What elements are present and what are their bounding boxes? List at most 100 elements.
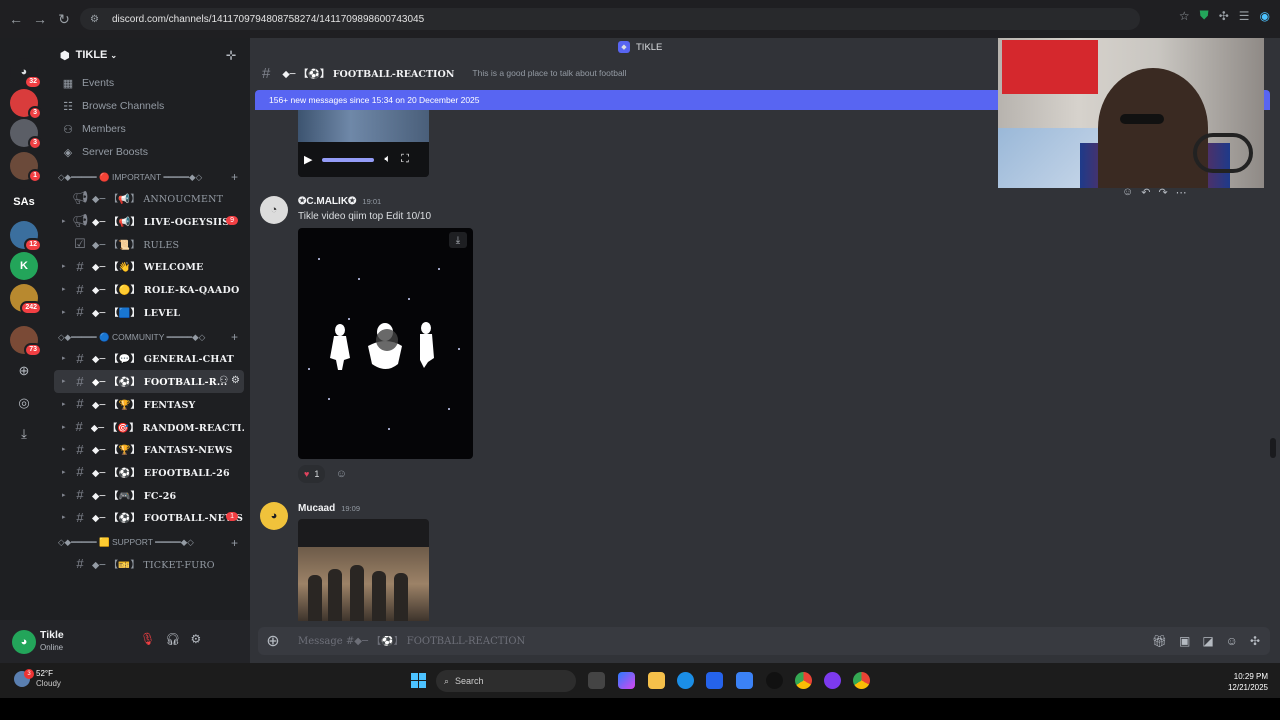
server-icon[interactable]: 73 [10,326,42,357]
video-attachment[interactable]: ⤓ [298,228,473,459]
extensions-puzzle-icon[interactable]: ✣ [1219,9,1229,23]
edge-icon[interactable] [677,672,694,689]
start-button[interactable] [411,673,426,688]
headphones-icon[interactable]: 🎧︎ [165,632,180,646]
forward-icon[interactable]: → [28,7,52,31]
channel-item[interactable]: ▸ # ◆─ 【🟡】 ROLE-KA-QAADO [54,278,244,301]
channel-item[interactable]: ▸ # ◆─ 【👋】 WELCOME [54,255,244,278]
mic-muted-icon[interactable]: 🎙︎ [140,632,155,646]
app-icon[interactable] [824,672,841,689]
store-icon[interactable] [706,672,723,689]
extension-shield-icon[interactable]: ⛊ [1200,8,1209,23]
channel-item[interactable]: ▸ # ◆─ 【⚽】 EFOOTBALL-26 [54,461,244,484]
app-icon[interactable] [766,672,783,689]
sticker-icon[interactable]: ◪ [1202,634,1213,648]
channel-settings-icon[interactable]: ⚙ [231,375,240,386]
category-important[interactable]: ◇◆━━━━━ 🔴 IMPORTANT ━━━━━◆◇ + [48,167,250,187]
channel-item[interactable]: ▸ # ◆─ 【🎮】 FC-26 [54,483,244,506]
create-channel-icon[interactable]: + [231,330,238,344]
forward-message-icon[interactable]: ↷ [1158,186,1167,199]
address-bar[interactable]: ⚙ discord.com/channels/14117097948087582… [80,8,1140,30]
file-explorer-icon[interactable] [648,672,665,689]
play-icon[interactable]: ▶ [304,153,312,166]
invite-icon[interactable]: ⚇ [219,375,231,386]
scrollbar[interactable] [1270,438,1276,458]
channel-item[interactable]: ▸ # ◆─ 【🎯】 RANDOM-REACTI... [54,415,244,438]
message-input[interactable] [288,635,1152,647]
volume-slider[interactable] [322,157,375,162]
avatar[interactable]: ◕ [260,502,288,530]
chrome-icon[interactable] [853,672,870,689]
home-button[interactable]: ◕ 32 [10,58,42,89]
image-attachment[interactable] [298,519,429,621]
server-icon[interactable]: 12 [10,221,42,252]
channel-item[interactable]: ▸ 📢︎ ◆─ 【📢】 LIVE-OGEYSIIS 9 [54,210,244,233]
site-info-icon[interactable]: ⚙ [90,14,104,25]
nav-label: Members [82,123,126,135]
nav-browse[interactable]: ☷ Browse Channels [48,95,250,117]
weather-widget[interactable]: 3 52°F Cloudy [14,669,61,689]
create-channel-icon[interactable]: + [231,536,238,550]
reload-icon[interactable]: ↻ [52,7,76,31]
system-clock[interactable]: 10:29 PM 12/21/2025 [1228,671,1268,693]
server-icon[interactable]: 3 [10,119,42,150]
server-icon[interactable]: 1 [10,152,42,183]
gift-icon[interactable]: 🎁︎ [1152,634,1167,648]
download-icon[interactable]: ⤓ [14,424,34,444]
video-attachment[interactable]: ▶ 🔈︎ ⛶ [298,110,429,177]
category-community[interactable]: ◇◆━━━━━ 🔵 COMMUNITY ━━━━━◆◇ + [48,327,250,347]
server-mini-icon: ◆ [618,41,630,53]
create-channel-icon[interactable]: + [231,170,238,184]
gif-icon[interactable]: ▣ [1179,634,1190,648]
copilot-icon[interactable] [618,672,635,689]
volume-icon[interactable]: 🔈︎ [384,153,391,166]
emoji-reaction-icon[interactable]: ☺ [1122,186,1133,199]
apps-icon[interactable]: ✣ [1250,634,1260,648]
reply-icon[interactable]: ↶ [1141,186,1150,199]
bookmark-star-icon[interactable]: ☆ [1179,9,1190,23]
server-icon[interactable]: K [10,252,38,280]
invite-icon[interactable]: ⊹ [226,48,236,62]
message-author[interactable]: ✪C.MALIK✪ 19:01 [298,196,381,207]
mail-icon[interactable] [736,672,753,689]
channel-item[interactable]: ▸ # ◆─ 【🏆】 FANTASY-NEWS [54,438,244,461]
text-channel-icon: # [76,258,84,274]
nav-boost[interactable]: ◈ Server Boosts [48,141,250,163]
channel-item[interactable]: ▸ # ◆─ 【💬】 GENERAL-CHAT [54,347,244,370]
tab-search-icon[interactable]: ☰ [1239,9,1250,23]
add-server-icon[interactable]: ⊕ [14,361,34,381]
channel-item[interactable]: # ◆─ 【🎫】 TICKET-FURO [54,553,244,576]
discover-icon[interactable]: ◎ [14,393,34,413]
category-support[interactable]: ◇◆━━━━━ 🟨 SUPPORT ━━━━━◆◇ + [48,533,250,553]
channel-topic[interactable]: This is a good place to talk about footb… [472,68,626,78]
channel-item[interactable]: ☑ ◆─ 【📜】 RULES [54,232,244,255]
more-options-icon[interactable]: ⋯ [1176,186,1187,199]
avatar[interactable]: ◕ [12,630,36,654]
avatar[interactable]: ◔ [260,196,288,224]
message-author[interactable]: Mucaad 19:09 [298,503,360,514]
taskbar-search[interactable]: ⌕ Search [436,670,576,692]
reaction-pill[interactable]: ♥ 1 [298,465,326,483]
server-icon[interactable]: 3 [10,89,42,120]
fullscreen-icon[interactable]: ⛶ [401,153,409,166]
channel-item[interactable]: ▸ # ◆─ 【🏆】 FENTASY [54,393,244,416]
nav-calendar[interactable]: ▦ Events [48,72,250,94]
profile-icon[interactable]: ◉ [1260,9,1270,23]
nav-members[interactable]: ⚇ Members [48,118,250,140]
weather-temp: 52°F [36,669,53,678]
back-icon[interactable]: ← [4,7,28,31]
emoji-icon[interactable]: ☺ [1226,634,1238,648]
figure [394,573,408,621]
channel-item[interactable]: ▸ # ◆─ 【⚽】 FOOTBALL-R... ⚇ ⚙ [54,369,244,393]
channel-item[interactable]: ▸ # ◆─ 【⚽】 FOOTBALL-NEWS 1 [54,506,244,529]
channel-item[interactable]: ▸ # ◆─ 【🟦】 LEVEL [54,300,244,323]
server-header[interactable]: ⬢ TIKLE ⌄ ⊹ [48,38,250,72]
add-reaction-icon[interactable]: ☺ [333,466,349,482]
attach-plus-icon[interactable]: ⊕ [258,631,288,651]
settings-gear-icon[interactable]: ⚙ [190,632,201,646]
server-icon[interactable]: 242 [10,284,42,315]
chrome-icon[interactable] [795,672,812,689]
task-view-icon[interactable] [588,672,605,689]
channel-item[interactable]: 📢︎ ◆─ 【📢】 ANNOUCMENT [54,187,244,210]
server-icon[interactable]: SAs [10,188,38,216]
